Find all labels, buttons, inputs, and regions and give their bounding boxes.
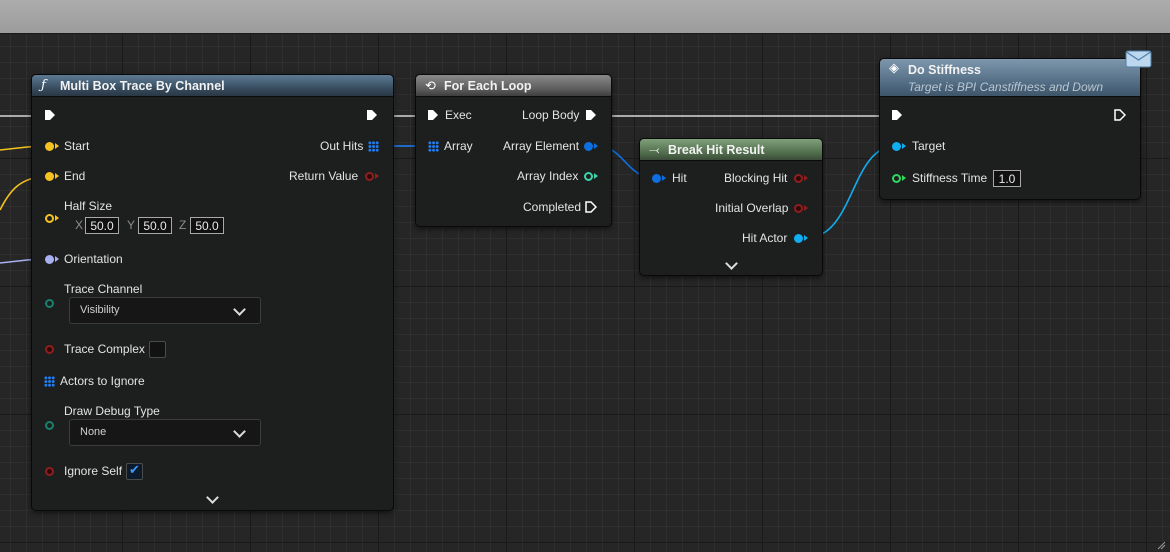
editor-toolbar-strip bbox=[0, 0, 1170, 34]
node-header[interactable]: ⤙ Break Hit Result bbox=[640, 139, 822, 161]
resize-grip-icon[interactable] bbox=[1156, 540, 1166, 550]
draw-debug-type-dropdown[interactable]: None bbox=[69, 419, 261, 446]
node-title: Break Hit Result bbox=[668, 143, 765, 157]
half-size-pin[interactable] bbox=[45, 214, 54, 223]
start-pin[interactable] bbox=[45, 142, 54, 151]
checkmark-icon: ✔ bbox=[129, 462, 140, 477]
trace-channel-dropdown[interactable]: Visibility bbox=[69, 297, 261, 324]
stiffness-time-input[interactable]: 1.0 bbox=[993, 170, 1021, 187]
loop-macro-icon: ⟲ bbox=[425, 78, 436, 93]
hit-actor-label: Hit Actor bbox=[742, 231, 788, 245]
start-label: Start bbox=[64, 139, 90, 153]
pin-arrow bbox=[375, 173, 379, 179]
blocking-hit-pin[interactable] bbox=[794, 174, 803, 183]
pin-arrow bbox=[804, 175, 808, 181]
hit-label: Hit bbox=[672, 171, 687, 185]
half-size-x-label: X bbox=[75, 218, 84, 232]
pin-arrow bbox=[55, 143, 59, 149]
exec-label: Exec bbox=[445, 108, 472, 122]
draw-debug-type-label: Draw Debug Type bbox=[64, 404, 160, 418]
half-size-y-input[interactable]: 50.0 bbox=[138, 217, 172, 234]
exec-out-pin[interactable] bbox=[1114, 109, 1126, 121]
half-size-label: Half Size bbox=[64, 199, 113, 213]
node-header[interactable]: ƒ Multi Box Trace By Channel bbox=[32, 75, 393, 97]
actors-to-ignore-label: Actors to Ignore bbox=[60, 374, 145, 388]
trace-complex-pin[interactable] bbox=[45, 345, 54, 354]
pin-arrow bbox=[804, 235, 808, 241]
pin-arrow bbox=[55, 256, 59, 262]
initial-overlap-pin[interactable] bbox=[794, 204, 803, 213]
loop-body-label: Loop Body bbox=[522, 108, 580, 122]
trace-complex-checkbox[interactable] bbox=[149, 341, 166, 358]
node-title: Do Stiffness bbox=[908, 63, 981, 77]
interface-message-icon: ◈ bbox=[889, 60, 899, 75]
out-hits-label: Out Hits bbox=[320, 139, 364, 153]
trace-complex-label: Trace Complex bbox=[64, 342, 145, 356]
array-label: Array bbox=[444, 139, 473, 153]
function-icon: ƒ bbox=[41, 78, 46, 93]
return-value-pin[interactable] bbox=[365, 172, 374, 181]
initial-overlap-label: Initial Overlap bbox=[715, 201, 789, 215]
message-envelope-icon bbox=[1125, 50, 1152, 68]
completed-label: Completed bbox=[523, 200, 582, 214]
array-element-label: Array Element bbox=[503, 139, 580, 153]
half-size-z-input[interactable]: 50.0 bbox=[190, 217, 224, 234]
trace-channel-value: Visibility bbox=[80, 304, 120, 316]
pin-arrow bbox=[902, 143, 906, 149]
pin-arrow bbox=[594, 173, 598, 179]
loop-body-exec-pin[interactable] bbox=[585, 109, 597, 121]
exec-out-pin[interactable] bbox=[366, 109, 378, 121]
target-pin[interactable] bbox=[892, 142, 901, 151]
node-title: Multi Box Trace By Channel bbox=[60, 79, 225, 93]
break-struct-icon: ⤙ bbox=[649, 142, 660, 157]
trace-channel-label: Trace Channel bbox=[64, 282, 143, 296]
out-hits-array-pin[interactable] bbox=[368, 141, 379, 152]
array-index-label: Array Index bbox=[517, 169, 579, 183]
draw-debug-type-pin[interactable] bbox=[45, 421, 54, 430]
node-title: For Each Loop bbox=[444, 79, 532, 93]
pin-arrow bbox=[902, 175, 906, 181]
array-index-pin[interactable] bbox=[584, 172, 593, 181]
stiffness-time-pin[interactable] bbox=[892, 174, 901, 183]
target-label: Target bbox=[912, 139, 946, 153]
ignore-self-checkbox[interactable]: ✔ bbox=[126, 462, 143, 480]
hit-pin[interactable] bbox=[652, 174, 661, 183]
exec-in-pin[interactable] bbox=[891, 109, 903, 121]
end-label: End bbox=[64, 169, 86, 183]
stiffness-time-label: Stiffness Time bbox=[912, 171, 988, 185]
half-size-x-input[interactable]: 50.0 bbox=[85, 217, 119, 234]
pin-arrow bbox=[662, 175, 666, 181]
exec-in-pin[interactable] bbox=[427, 109, 439, 121]
exec-in-pin[interactable] bbox=[44, 109, 56, 121]
half-size-y-label: Y bbox=[127, 218, 136, 232]
node-subtitle: Target is BPI Canstiffness and Down bbox=[908, 80, 1103, 94]
pin-arrow bbox=[55, 215, 59, 221]
node-header[interactable]: ⟲ For Each Loop bbox=[416, 75, 611, 97]
pin-arrow bbox=[55, 173, 59, 179]
pin-arrow bbox=[594, 143, 598, 149]
array-input-pin[interactable] bbox=[428, 141, 439, 152]
orientation-label: Orientation bbox=[64, 252, 123, 266]
chevron-down-icon bbox=[233, 303, 246, 316]
end-pin[interactable] bbox=[45, 172, 54, 181]
hit-actor-pin[interactable] bbox=[794, 234, 803, 243]
ignore-self-label: Ignore Self bbox=[64, 464, 123, 478]
return-value-label: Return Value bbox=[289, 169, 359, 183]
draw-debug-type-value: None bbox=[80, 426, 107, 438]
ignore-self-pin[interactable] bbox=[45, 467, 54, 476]
node-header[interactable]: ◈ Do Stiffness Target is BPI Canstiffnes… bbox=[880, 59, 1140, 97]
half-size-z-label: Z bbox=[179, 218, 187, 232]
chevron-down-icon bbox=[233, 425, 246, 438]
pin-arrow bbox=[804, 205, 808, 211]
blocking-hit-label: Blocking Hit bbox=[724, 171, 788, 185]
trace-channel-pin[interactable] bbox=[45, 299, 54, 308]
array-element-pin[interactable] bbox=[584, 142, 593, 151]
completed-exec-pin[interactable] bbox=[585, 201, 597, 213]
orientation-pin[interactable] bbox=[45, 255, 54, 264]
actors-to-ignore-array-pin[interactable] bbox=[44, 376, 55, 387]
